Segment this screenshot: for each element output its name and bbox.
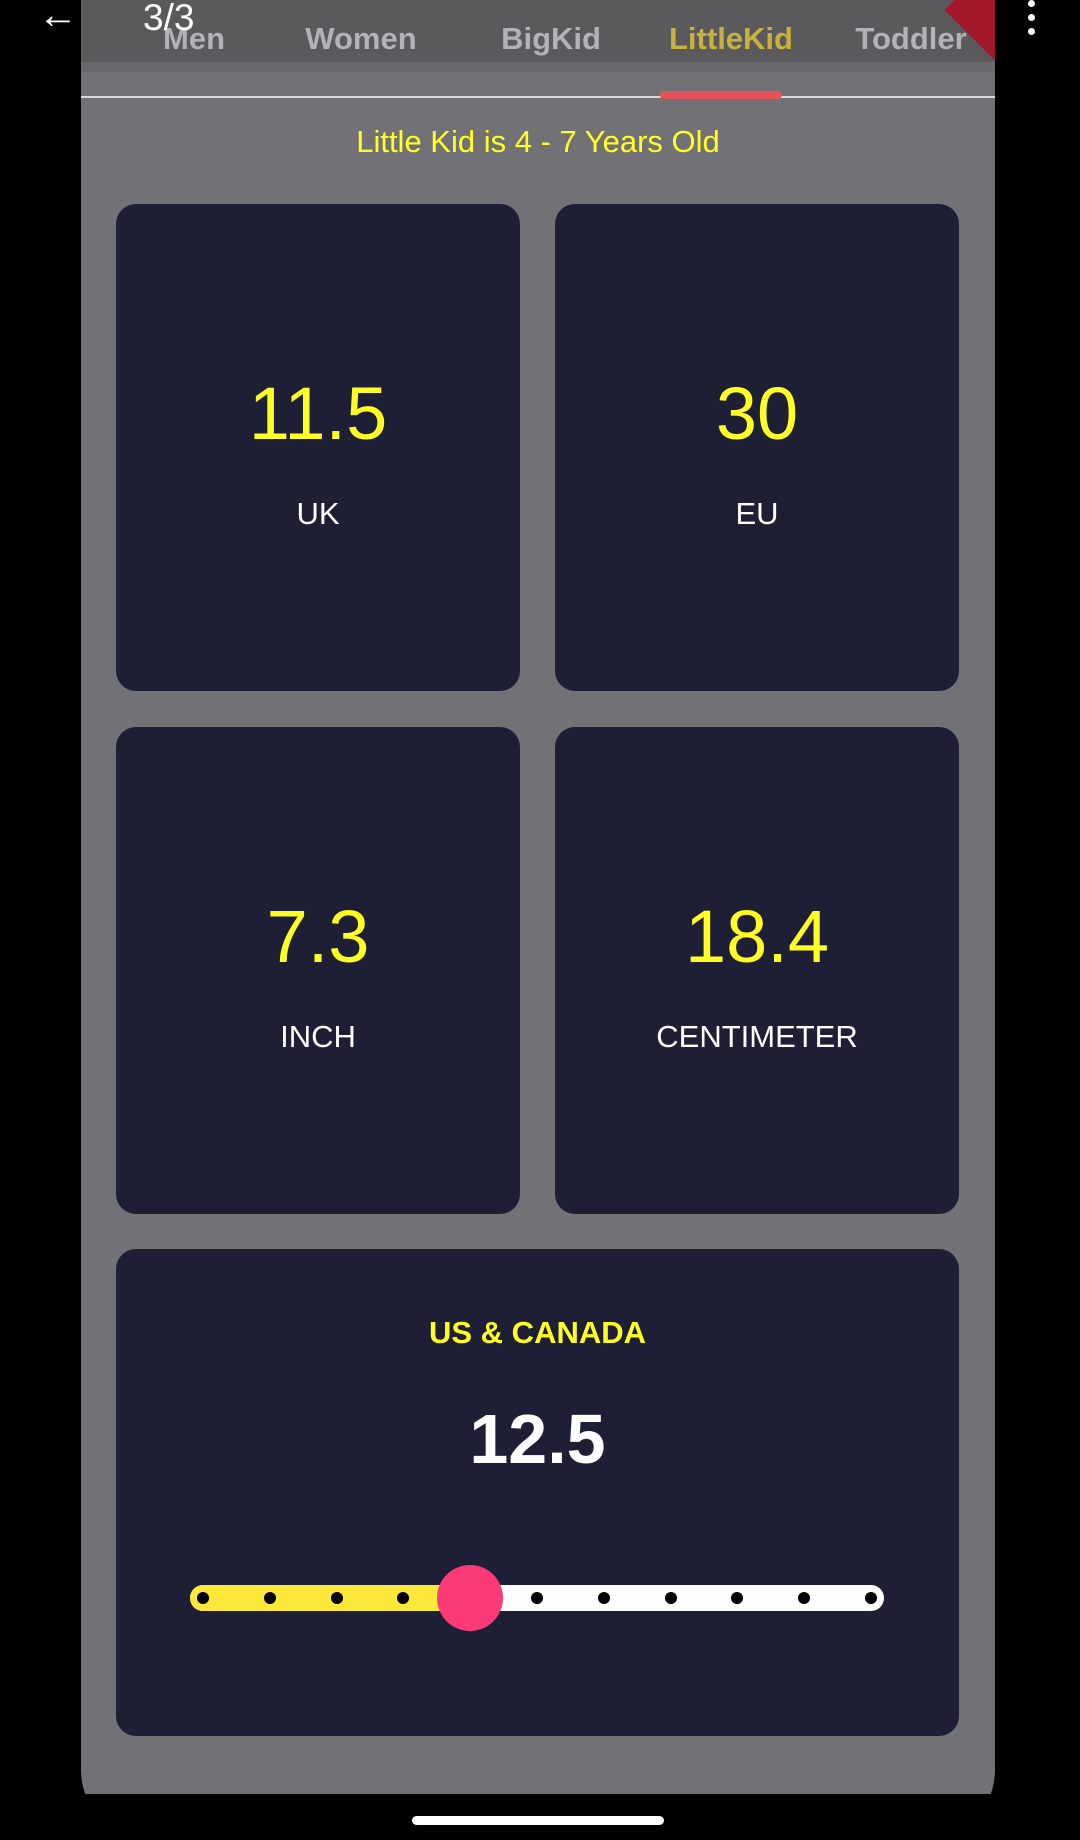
slider-tick: [531, 1592, 543, 1604]
slider-tick: [865, 1592, 877, 1604]
inch-size-label: INCH: [280, 1019, 356, 1054]
uk-size-card: 11.5 UK: [116, 204, 520, 691]
app-screen: Men Women BigKid LittleKid Toddler Littl…: [81, 0, 995, 1794]
home-indicator: [412, 1816, 664, 1825]
eu-size-card: 30 EU: [555, 204, 959, 691]
eu-size-value: 30: [715, 372, 799, 455]
active-tab-indicator: [660, 91, 782, 99]
us-canada-value: 12.5: [469, 1400, 606, 1478]
us-canada-size-card: US & CANADA 12.5: [116, 1249, 959, 1736]
more-options-icon[interactable]: [1016, 0, 1046, 36]
inch-size-value: 7.3: [266, 895, 370, 978]
age-caption: Little Kid is 4 - 7 Years Old: [356, 124, 720, 159]
tab-divider: [81, 96, 995, 98]
slider-tick: [597, 1592, 610, 1604]
centimeter-size-label: CENTIMETER: [656, 1019, 858, 1054]
eu-size-label: EU: [735, 496, 779, 531]
us-canada-title: US & CANADA: [429, 1315, 646, 1350]
back-arrow-icon[interactable]: ←: [38, 0, 78, 35]
page-counter: 3/3: [143, 0, 195, 38]
centimeter-size-card: 18.4 CENTIMETER: [555, 727, 959, 1214]
inch-size-card: 7.3 INCH: [116, 727, 520, 1214]
tabbar-shadow: [81, 62, 995, 72]
centimeter-size-value: 18.4: [684, 895, 830, 978]
slider-tick: [263, 1592, 276, 1604]
uk-size-label: UK: [296, 496, 340, 531]
slider-thumb[interactable]: [437, 1565, 504, 1631]
size-slider[interactable]: [190, 1565, 884, 1631]
phone-frame: Men Women BigKid LittleKid Toddler Littl…: [81, 0, 995, 1840]
image-viewer-topbar: ← 3/3: [0, 0, 1080, 40]
uk-size-value: 11.5: [248, 372, 388, 455]
slider-tick: [664, 1592, 677, 1604]
slider-tick: [330, 1592, 343, 1604]
slider-tick: [197, 1592, 209, 1604]
